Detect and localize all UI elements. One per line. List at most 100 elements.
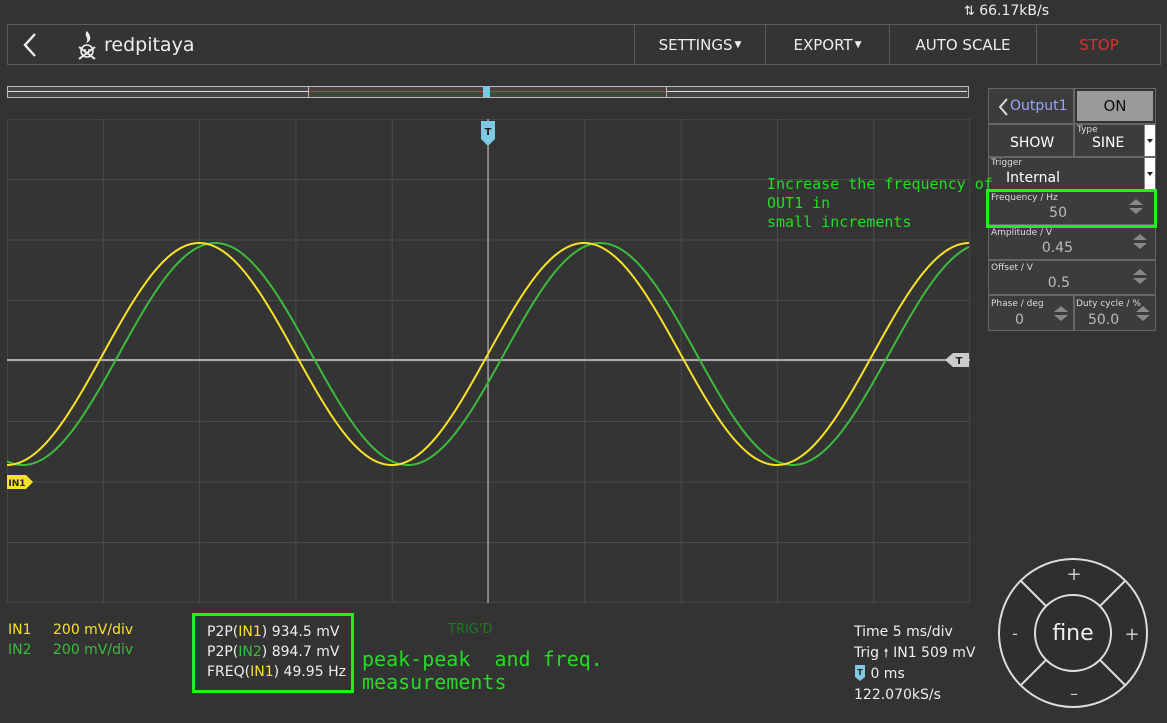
trigger-offset-icon-label: T xyxy=(857,668,863,677)
caret-down-icon: ▼ xyxy=(854,39,862,50)
phase-label: Phase / deg xyxy=(991,299,1044,309)
trig-prefix: Trig xyxy=(854,645,880,661)
redpitaya-logo: redpitaya xyxy=(74,29,194,61)
type-value: SINE xyxy=(1092,135,1125,151)
trigger-label: Trigger xyxy=(991,158,1023,168)
amplitude-value[interactable]: 0.45 xyxy=(1042,240,1073,256)
brand-name: redpitaya xyxy=(104,34,195,56)
slider-track-right xyxy=(667,91,967,92)
freq-in1-prefix: FREQ( xyxy=(207,664,251,680)
trigger-offset: T 0 ms xyxy=(854,664,975,685)
caret-down-icon: ▼ xyxy=(734,39,742,50)
p2p-in2-channel: IN2 xyxy=(238,644,262,660)
offset-field[interactable]: Offset / V 0.5 xyxy=(988,260,1156,295)
trigger-state: TRIG'D xyxy=(448,622,493,637)
duty-cycle-label: Duty cycle / % xyxy=(1076,299,1141,309)
wheel-up-plus-button[interactable]: + xyxy=(1066,564,1081,585)
sample-rate: 122.070kS/s xyxy=(854,687,941,703)
up-down-arrows-icon: ⇅ xyxy=(963,4,975,19)
freq-in1-value: ) 49.95 Hz xyxy=(273,664,346,680)
control-wheel: fine + – - + xyxy=(998,558,1148,708)
timebase-info: Time 5 ms/div Trig 🠕 IN1 509 mV T 0 ms 1… xyxy=(854,622,975,706)
duty-cycle-spinner-icon[interactable] xyxy=(1136,306,1150,328)
wheel-down-minus-button[interactable]: – xyxy=(1070,684,1078,703)
chevron-left-icon xyxy=(23,33,36,57)
amplitude-label: Amplitude / V xyxy=(991,228,1053,238)
p2p-in1-channel: IN1 xyxy=(238,624,262,640)
p2p-in2-prefix: P2P( xyxy=(207,644,239,660)
arrow-up-icon: 🠕 xyxy=(883,646,889,660)
offset-value[interactable]: 0.5 xyxy=(1048,275,1070,291)
trigger-select[interactable]: Trigger Internal xyxy=(988,157,1156,190)
frequency-hint-line2: OUT1 in xyxy=(767,194,831,212)
frequency-hint-line3: small increments xyxy=(767,213,912,231)
network-speed: ⇅ 66.17kB/s xyxy=(964,3,1049,19)
chevron-left-icon xyxy=(998,98,1008,116)
network-speed-value: 66.17kB/s xyxy=(979,3,1049,19)
in1-name: IN1 xyxy=(8,622,32,638)
freq-in1-channel: IN1 xyxy=(250,664,274,680)
trig-offset-value: 0 ms xyxy=(870,666,905,682)
duty-cycle-value[interactable]: 50.0 xyxy=(1088,312,1119,328)
phase-spinner-icon[interactable] xyxy=(1054,306,1068,328)
auto-scale-button[interactable]: AUTO SCALE xyxy=(889,25,1036,64)
output1-back-button[interactable]: Output1 xyxy=(988,88,1074,124)
trigger-time-marker-label: T xyxy=(485,127,492,138)
p2p-in1-value: ) 934.5 mV xyxy=(261,624,340,640)
measurements-hint-line1: peak-peak and freq. xyxy=(362,647,603,671)
phase-field[interactable]: Phase / deg 0 xyxy=(988,295,1074,331)
wheel-left-minus-button[interactable]: - xyxy=(1012,624,1018,643)
in2-scale[interactable]: IN2 200 mV/div xyxy=(8,642,133,658)
time-per-div: Time 5 ms/div xyxy=(854,624,953,640)
measurements-panel: P2P(IN1) 934.5 mV P2P(IN2) 894.7 mV FREQ… xyxy=(207,622,346,682)
duty-cycle-field[interactable]: Duty cycle / % 50.0 xyxy=(1074,295,1156,331)
offset-label: Offset / V xyxy=(991,263,1033,273)
slider-window-left-edge[interactable] xyxy=(308,87,309,97)
phase-value[interactable]: 0 xyxy=(1015,312,1024,328)
stop-label: STOP xyxy=(1079,35,1119,54)
type-select[interactable]: Type SINE xyxy=(1074,124,1156,157)
settings-label: SETTINGS xyxy=(658,35,733,54)
show-button[interactable]: SHOW xyxy=(988,124,1074,157)
measurement-p2p-in1[interactable]: P2P(IN1) 934.5 mV xyxy=(207,622,346,642)
export-label: EXPORT xyxy=(793,35,853,54)
show-label: SHOW xyxy=(1010,135,1055,151)
trigger-offset-icon: T xyxy=(855,665,865,681)
settings-menu-button[interactable]: SETTINGS ▼ xyxy=(634,25,765,64)
in2-scale-value: 200 mV/div xyxy=(53,642,134,658)
pitaya-logo-icon xyxy=(78,31,96,60)
fine-label: fine xyxy=(1052,621,1093,646)
in1-scale-value: 200 mV/div xyxy=(53,622,134,638)
trigger-level-marker-label: T xyxy=(956,356,963,367)
time-window-slider[interactable] xyxy=(7,86,969,98)
output-on-toggle[interactable]: ON xyxy=(1074,88,1156,124)
frequency-hint: Increase the frequency of OUT1 in small … xyxy=(767,175,993,232)
trigger-info: Trig 🠕 IN1 509 mV xyxy=(854,643,975,664)
auto-scale-label: AUTO SCALE xyxy=(915,35,1011,54)
navbar: redpitaya SETTINGS ▼ EXPORT ▼ AUTO SCALE… xyxy=(7,24,1161,65)
type-label: Type xyxy=(1077,125,1098,135)
measurements-hint: peak-peak and freq. measurements xyxy=(362,648,603,694)
measurement-freq-in1[interactable]: FREQ(IN1) 49.95 Hz xyxy=(207,662,346,682)
measurements-hint-line2: measurements xyxy=(362,670,507,694)
measurement-p2p-in2[interactable]: P2P(IN2) 894.7 mV xyxy=(207,642,346,662)
on-label: ON xyxy=(1077,91,1153,121)
p2p-in1-prefix: P2P( xyxy=(207,624,239,640)
trigger-value: Internal xyxy=(1006,170,1060,186)
frequency-hint-line1: Increase the frequency of xyxy=(767,175,993,193)
offset-spinner-icon[interactable] xyxy=(1133,269,1147,291)
stop-button[interactable]: STOP xyxy=(1036,25,1161,64)
output1-label: Output1 xyxy=(1010,98,1068,114)
type-dropdown-icon[interactable] xyxy=(1144,125,1155,156)
trigger-dropdown-icon[interactable] xyxy=(1144,158,1155,189)
in1-offset-marker-label: IN1 xyxy=(8,479,25,489)
trig-value: IN1 509 mV xyxy=(893,645,976,661)
in1-scale[interactable]: IN1 200 mV/div xyxy=(8,622,133,638)
amplitude-field[interactable]: Amplitude / V 0.45 xyxy=(988,225,1156,260)
back-button[interactable] xyxy=(20,31,48,59)
slider-trigger-handle[interactable] xyxy=(483,86,490,97)
slider-window-right-edge[interactable] xyxy=(666,87,667,97)
export-menu-button[interactable]: EXPORT ▼ xyxy=(765,25,889,64)
amplitude-spinner-icon[interactable] xyxy=(1133,234,1147,256)
wheel-right-plus-button[interactable]: + xyxy=(1124,624,1139,645)
